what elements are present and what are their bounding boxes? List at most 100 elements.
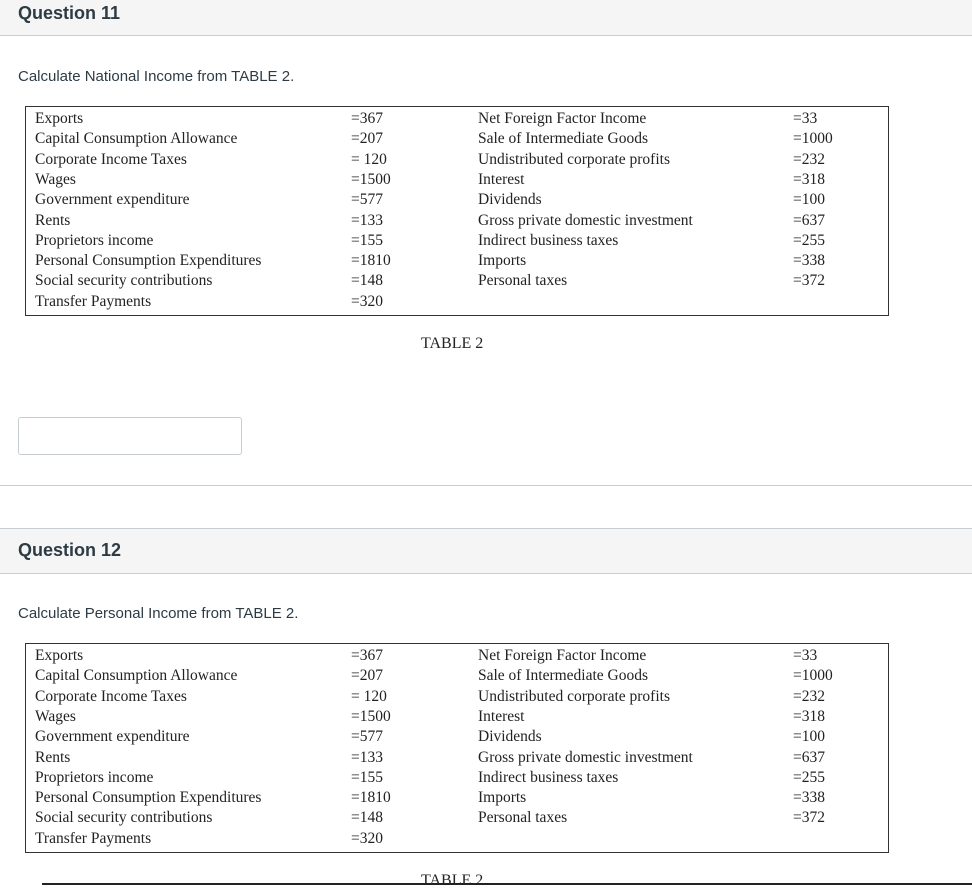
row-value: =637 bbox=[793, 748, 825, 766]
row-value: =207 bbox=[351, 130, 383, 148]
row-label: Dividends bbox=[478, 728, 542, 746]
row-value: =318 bbox=[793, 707, 825, 725]
row-label: Government expenditure bbox=[35, 728, 190, 746]
question-11-answer-input[interactable] bbox=[18, 417, 242, 455]
row-label: Social security contributions bbox=[35, 809, 213, 827]
table-row: Rents =133 Gross private domestic invest… bbox=[26, 748, 888, 768]
table-row: Proprietors income =155 Indirect busines… bbox=[26, 768, 888, 788]
row-value: = 120 bbox=[351, 150, 387, 168]
table-row: Corporate Income Taxes = 120 Undistribut… bbox=[26, 150, 888, 170]
table-row: Corporate Income Taxes = 120 Undistribut… bbox=[26, 687, 888, 707]
row-value: =100 bbox=[793, 191, 825, 209]
row-label: Interest bbox=[478, 707, 525, 725]
row-label: Dividends bbox=[478, 191, 542, 209]
row-value: =318 bbox=[793, 170, 825, 188]
row-label: Personal Consumption Expenditures bbox=[35, 789, 262, 807]
row-value: =255 bbox=[793, 768, 825, 786]
table-row: Social security contributions =148 Perso… bbox=[26, 271, 888, 291]
row-value: =1500 bbox=[351, 170, 391, 188]
table-row: Wages =1500 Interest =318 bbox=[26, 707, 888, 727]
question-12-title: Question 12 bbox=[18, 540, 122, 560]
bottom-rule bbox=[42, 883, 972, 885]
row-label: Net Foreign Factor Income bbox=[478, 647, 647, 664]
row-label: Personal taxes bbox=[478, 272, 568, 290]
row-value: =338 bbox=[793, 789, 825, 807]
row-value: =148 bbox=[351, 809, 383, 827]
row-value: =232 bbox=[793, 687, 825, 705]
row-value: =207 bbox=[351, 667, 383, 685]
table-row: Personal Consumption Expenditures =1810 … bbox=[26, 251, 888, 271]
question-11-header: Question 11 bbox=[0, 0, 972, 36]
row-value: =372 bbox=[793, 272, 825, 290]
row-value: =133 bbox=[351, 211, 383, 229]
row-label: Government expenditure bbox=[35, 191, 190, 209]
table-row: Proprietors income =155 Indirect busines… bbox=[26, 231, 888, 251]
row-label: Wages bbox=[35, 707, 76, 725]
table-row: Transfer Payments =320 bbox=[26, 829, 888, 849]
table-row: Capital Consumption Allowance =207 Sale … bbox=[26, 666, 888, 686]
row-label: Social security contributions bbox=[35, 272, 213, 290]
row-value: =637 bbox=[793, 211, 825, 229]
row-label: Undistributed corporate profits bbox=[478, 687, 670, 705]
row-value: =1810 bbox=[351, 252, 391, 270]
row-label: Indirect business taxes bbox=[478, 768, 619, 786]
row-label: Exports bbox=[35, 647, 84, 664]
row-label: Rents bbox=[35, 748, 71, 766]
table-caption: TABLE 2 bbox=[421, 335, 484, 352]
row-label: Capital Consumption Allowance bbox=[35, 130, 238, 148]
table-row: Rents =133 Gross private domestic invest… bbox=[26, 211, 888, 231]
row-label: Gross private domestic investment bbox=[478, 748, 693, 766]
row-label: Proprietors income bbox=[35, 768, 154, 786]
row-label: Personal Consumption Expenditures bbox=[35, 252, 262, 270]
table-row: Exports =367 Net Foreign Factor Income =… bbox=[26, 646, 888, 666]
row-label: Net Foreign Factor Income bbox=[478, 110, 647, 127]
row-value: =33 bbox=[793, 647, 818, 664]
row-label: Sale of Intermediate Goods bbox=[478, 667, 649, 685]
row-value: =1810 bbox=[351, 789, 391, 807]
row-value: =232 bbox=[793, 150, 825, 168]
row-value: =133 bbox=[351, 748, 383, 766]
row-value: =155 bbox=[351, 768, 383, 786]
row-label: Exports bbox=[35, 110, 84, 127]
question-11-prompt: Calculate National Income from TABLE 2. bbox=[18, 68, 295, 85]
row-label: Proprietors income bbox=[35, 231, 154, 249]
row-value: =1500 bbox=[351, 707, 391, 725]
row-value: =255 bbox=[793, 231, 825, 249]
table-row: Capital Consumption Allowance =207 Sale … bbox=[26, 129, 888, 149]
row-label: Imports bbox=[478, 252, 527, 270]
row-value: =338 bbox=[793, 252, 825, 270]
row-value: =372 bbox=[793, 809, 825, 827]
row-value: =577 bbox=[351, 728, 383, 746]
question-12-data-table: Exports =367 Net Foreign Factor Income =… bbox=[25, 643, 889, 853]
row-label: Rents bbox=[35, 211, 71, 229]
row-value: =148 bbox=[351, 272, 383, 290]
row-value: =577 bbox=[351, 191, 383, 209]
row-label: Wages bbox=[35, 170, 76, 188]
row-label: Transfer Payments bbox=[35, 830, 152, 847]
row-label: Imports bbox=[478, 789, 527, 807]
table-row: Government expenditure =577 Dividends =1… bbox=[26, 190, 888, 210]
row-value: =320 bbox=[351, 830, 383, 847]
row-label: Personal taxes bbox=[478, 809, 568, 827]
row-label: Capital Consumption Allowance bbox=[35, 667, 238, 685]
table-row: Personal Consumption Expenditures =1810 … bbox=[26, 788, 888, 808]
row-value: =33 bbox=[793, 110, 818, 127]
row-label: Sale of Intermediate Goods bbox=[478, 130, 649, 148]
row-label: Indirect business taxes bbox=[478, 231, 619, 249]
row-label: Gross private domestic investment bbox=[478, 211, 693, 229]
question-12-header: Question 12 bbox=[0, 528, 972, 574]
table-caption: TABLE 2 bbox=[421, 872, 484, 889]
row-label: Transfer Payments bbox=[35, 293, 152, 310]
row-value: =155 bbox=[351, 231, 383, 249]
table-row: Transfer Payments =320 bbox=[26, 292, 888, 312]
question-11-data-table: Exports =367 Net Foreign Factor Income =… bbox=[25, 106, 889, 316]
table-row: Social security contributions =148 Perso… bbox=[26, 808, 888, 828]
row-label: Corporate Income Taxes bbox=[35, 687, 187, 705]
section-divider bbox=[0, 485, 972, 486]
row-value: =1000 bbox=[793, 130, 833, 148]
row-value: =100 bbox=[793, 728, 825, 746]
row-value: =367 bbox=[351, 647, 383, 664]
table-row: Government expenditure =577 Dividends =1… bbox=[26, 727, 888, 747]
question-11-title: Question 11 bbox=[18, 3, 121, 23]
table-row: Exports =367 Net Foreign Factor Income =… bbox=[26, 109, 888, 129]
